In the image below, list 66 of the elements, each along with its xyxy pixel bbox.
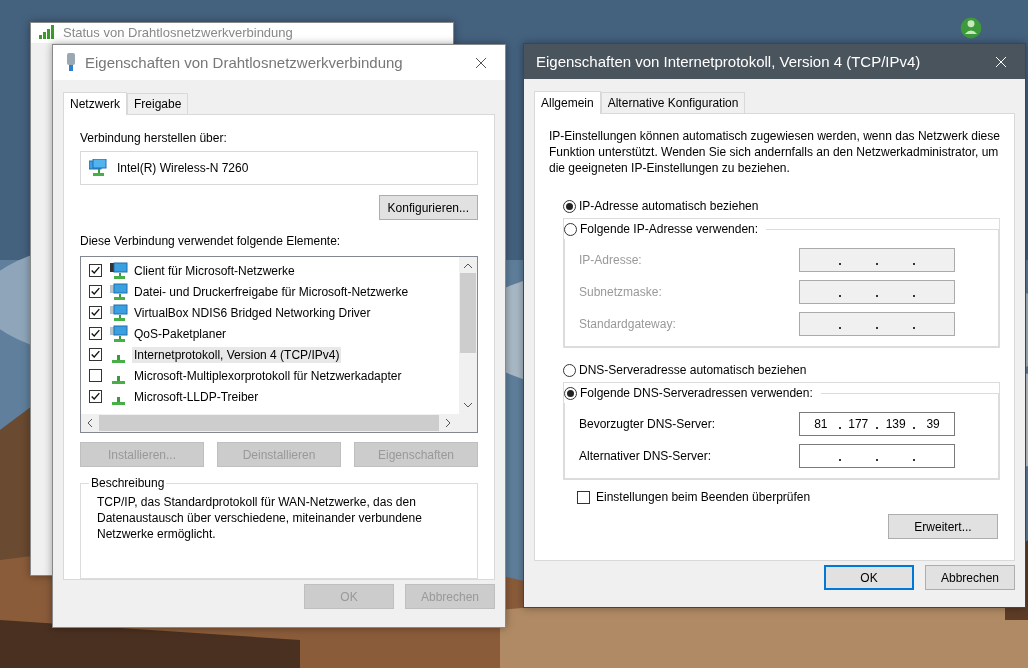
list-item[interactable]: VirtualBox NDIS6 Bridged Networking Driver (132, 304, 373, 321)
service-monitor-icon (110, 282, 128, 301)
service-monitor-icon (110, 303, 128, 322)
radio-button[interactable] (563, 199, 576, 213)
signal-icon (39, 25, 55, 39)
radio-button[interactable] (564, 386, 577, 400)
dialog-button[interactable]: OK (824, 565, 914, 590)
radio-button[interactable] (564, 222, 577, 236)
list-item[interactable]: Internetprotokoll, Version 4 (TCP/IPv4) (132, 346, 342, 363)
checkbox[interactable] (577, 490, 590, 504)
window-title: Eigenschaften von Internetprotokoll, Version 4 (TCP/IPv4) (536, 53, 922, 70)
vertical-scrollbar[interactable] (459, 257, 477, 414)
configure-button[interactable]: Konfigurieren... (378, 195, 478, 220)
radio-label[interactable]: DNS-Serveradresse automatisch beziehen (579, 363, 807, 377)
protocol-network-icon (112, 396, 125, 405)
window-title: Eigenschaften von Drahtlosnetzwerkverbindung (85, 54, 404, 71)
advanced-button[interactable]: Erweitert... (888, 514, 998, 539)
dialog-button[interactable]: Abbrechen (925, 565, 1015, 590)
checkbox[interactable] (89, 285, 102, 298)
field-label: Bevorzugter DNS-Server: (579, 417, 717, 431)
ip-address-field[interactable]: 81 177 139 39 (799, 412, 955, 436)
checkbox[interactable] (89, 264, 102, 277)
list-item[interactable]: Microsoft-LLDP-Treiber (132, 388, 261, 405)
tab[interactable]: Freigabe (127, 93, 189, 114)
scroll-left-icon[interactable] (87, 418, 93, 428)
list-item[interactable]: QoS-Paketplaner (132, 325, 229, 342)
scroll-up-icon[interactable] (463, 263, 473, 269)
tab[interactable]: Alternative Konfiguration (600, 92, 746, 113)
radio-label[interactable]: Folgende DNS-Serveradressen verwenden: (580, 386, 813, 400)
window-title: Status von Drahtlosnetzwerkverbindung (63, 25, 294, 40)
radio-label[interactable]: IP-Adresse automatisch beziehen (579, 199, 759, 213)
client-monitor-icon (110, 261, 128, 280)
checkbox[interactable] (89, 327, 102, 340)
scroll-down-icon[interactable] (463, 402, 473, 408)
checkbox[interactable] (89, 306, 102, 319)
network-adapter-icon (89, 159, 107, 177)
list-item[interactable]: Client für Microsoft-Netzwerke (132, 262, 297, 279)
service-monitor-icon (110, 324, 128, 343)
protocol-network-icon (112, 375, 125, 384)
list-item[interactable]: Microsoft-Multiplexorprotokoll für Netzwerkadapter (132, 367, 404, 384)
section-label: Diese Verbindung verwendet folgende Elemente: (80, 234, 342, 248)
radio-button[interactable] (563, 363, 576, 377)
tab[interactable]: Allgemein (534, 91, 601, 114)
intro-text: IP-Einstellungen können automatisch zugewiesen werden, wenn das Netzwerk diese Funktion unterstützt. Wenden Sie sich andernfalls an den Netzwerkadministrator, um die geeigneten IP-Einstellungen zu beziehen. (549, 128, 1000, 176)
ip-address-field[interactable] (799, 444, 955, 468)
close-icon (995, 55, 1007, 68)
field-label: Alternativer DNS-Server: (579, 449, 713, 463)
tab[interactable]: Netzwerk (63, 92, 127, 115)
horizontal-scrollbar[interactable] (81, 414, 477, 432)
field-label: Subnetzmaske: (579, 285, 663, 299)
close-icon (475, 56, 487, 69)
field-label: Standardgateway: (579, 317, 677, 331)
checkbox-label[interactable]: Einstellungen beim Beenden überprüfen (596, 490, 811, 504)
radio-label[interactable]: Folgende IP-Adresse verwenden: (580, 222, 759, 236)
adapter-name: Intel(R) Wireless-N 7260 (117, 161, 249, 175)
protocol-network-icon (112, 354, 125, 363)
checkbox[interactable] (89, 390, 102, 403)
list-item[interactable]: Datei- und Druckerfreigabe für Microsoft-Netzwerke (132, 283, 411, 300)
network-adapter-icon (65, 52, 77, 73)
scroll-right-icon[interactable] (445, 418, 451, 428)
checkbox[interactable] (89, 348, 102, 361)
description-text: TCP/IP, das Standardprotokoll für WAN-Netzwerke, das den Datenaustausch über verschiedene, miteinander verbundene Netzwerke ermöglicht. (97, 494, 423, 542)
group-title: Beschreibung (89, 476, 167, 490)
section-label: Verbindung herstellen über: (80, 131, 228, 145)
field-label: IP-Adresse: (579, 253, 643, 267)
checkbox[interactable] (89, 369, 102, 382)
